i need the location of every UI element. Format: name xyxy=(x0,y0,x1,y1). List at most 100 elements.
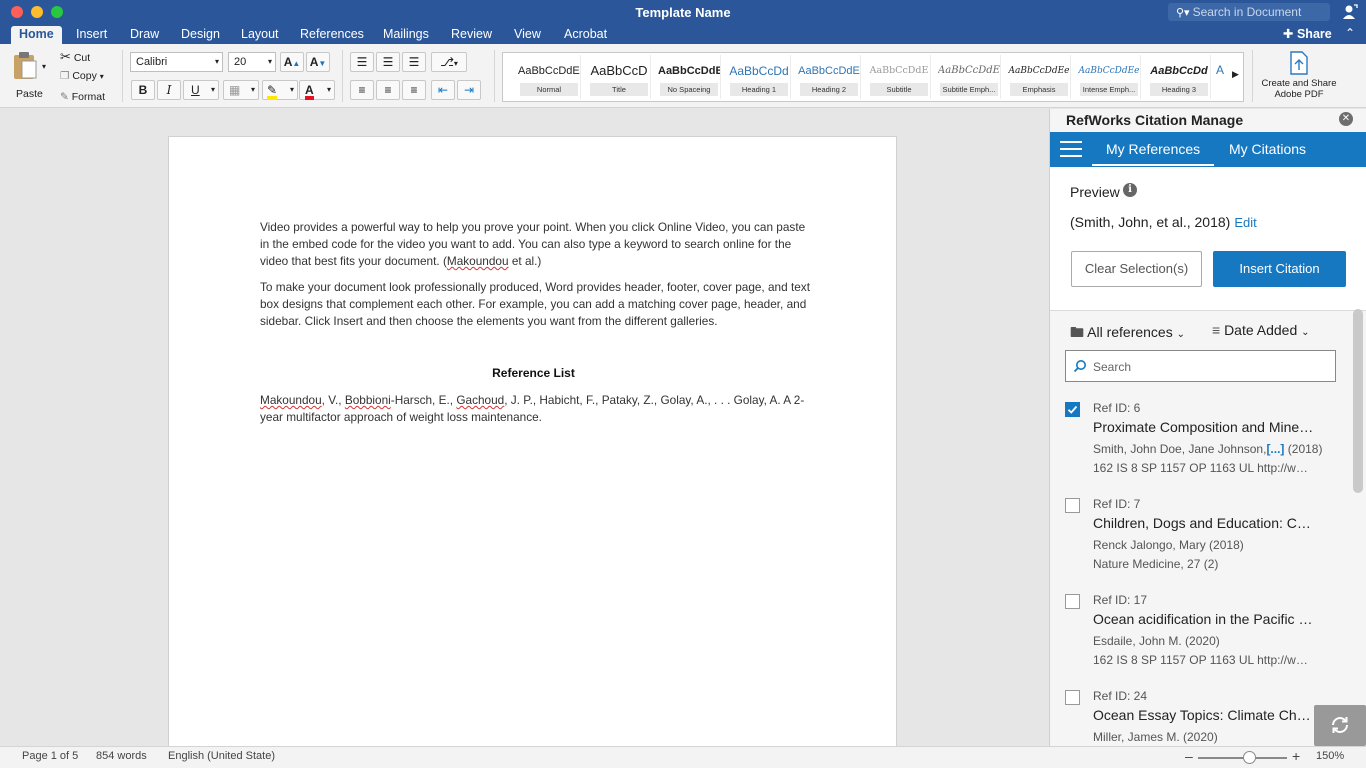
tab-draw[interactable]: Draw xyxy=(122,26,167,44)
style-heading-2[interactable]: AaBbCcDdE Heading 2 xyxy=(798,55,861,99)
sync-icon xyxy=(1332,717,1348,733)
style-title[interactable]: AaBbCcD Title xyxy=(588,55,651,99)
tab-home[interactable]: Home xyxy=(11,26,62,44)
body-paragraph-2[interactable]: To make your document look professionall… xyxy=(260,279,815,330)
paste-button[interactable]: ▾ Paste xyxy=(8,50,50,104)
user-account-icon[interactable] xyxy=(1342,4,1358,20)
ribbon-tabs: Home Insert Draw Design Layout Reference… xyxy=(0,24,1366,44)
reference-item[interactable]: Ref ID: 24 Ocean Essay Topics: Climate C… xyxy=(1050,688,1350,746)
document-page[interactable]: Video provides a powerful way to help yo… xyxy=(168,136,897,746)
reference-item[interactable]: Ref ID: 17 Ocean acidification in the Pa… xyxy=(1050,592,1350,688)
chevron-down-icon: ⌄ xyxy=(1301,327,1310,338)
borders-icon: ▦ xyxy=(229,83,241,97)
citation-author-misspelled: Makoundou xyxy=(446,254,509,268)
reference-checkbox[interactable] xyxy=(1065,594,1080,609)
tab-layout[interactable]: Layout xyxy=(233,26,287,44)
cut-button[interactable]: ✂ Cut xyxy=(60,49,90,65)
all-references-dropdown[interactable]: 🖿 All references ⌄ xyxy=(1070,322,1185,346)
tab-my-citations[interactable]: My Citations xyxy=(1229,141,1306,157)
copy-dropdown-icon[interactable]: ▾ xyxy=(100,72,104,81)
shrink-font-button[interactable]: A▼ xyxy=(306,52,330,72)
adobe-pdf-label-2: Adobe PDF xyxy=(1274,89,1324,100)
reference-entry[interactable]: Makoundou, V., Bobbioni-Harsch, E., Gach… xyxy=(260,392,815,426)
numbering-button[interactable]: ☰ xyxy=(376,52,400,72)
decrease-indent-button[interactable]: ⇤ xyxy=(431,80,455,100)
reference-checkbox[interactable] xyxy=(1065,690,1080,705)
clipboard-icon xyxy=(14,52,37,79)
share-button[interactable]: ✚ Share xyxy=(1283,26,1332,41)
style-emphasis[interactable]: AaBbCcDdEe Emphasis xyxy=(1008,55,1071,99)
close-panel-icon[interactable]: ✕ xyxy=(1339,112,1353,126)
reference-title: Ocean Essay Topics: Climate Change xyxy=(1093,707,1315,723)
font-name-select[interactable]: Calibri ▾ xyxy=(130,52,223,72)
copy-button[interactable]: ❐ Copy ▾ xyxy=(60,70,104,82)
edit-citation-link[interactable]: Edit xyxy=(1234,215,1256,230)
author-names: Smith, John Doe, Jane Johnson, xyxy=(1093,442,1267,456)
page-count[interactable]: Page 1 of 5 xyxy=(22,750,78,762)
format-painter-button[interactable]: ✎ Format xyxy=(60,91,105,103)
styles-scroll-right-icon[interactable]: ▶ xyxy=(1232,69,1239,80)
style-heading-1[interactable]: AaBbCcDd Heading 1 xyxy=(728,55,791,99)
style-normal[interactable]: AaBbCcDdEe Normal xyxy=(518,55,581,99)
body-paragraph-1[interactable]: Video provides a powerful way to help yo… xyxy=(260,219,815,270)
multilevel-list-button[interactable]: ☰ xyxy=(402,52,426,72)
tab-my-references[interactable]: My References xyxy=(1106,141,1200,157)
style-intense-emphasis[interactable]: AaBbCcDdEe Intense Emph... xyxy=(1078,55,1141,99)
reference-list-heading[interactable]: Reference List xyxy=(169,366,898,380)
underline-button[interactable]: U ▾ xyxy=(183,80,219,100)
paragraph-text: et al.) xyxy=(508,254,542,268)
zoom-slider-thumb[interactable] xyxy=(1243,751,1256,764)
align-center-button[interactable]: ≡ xyxy=(376,80,400,100)
align-right-button[interactable]: ≡ xyxy=(402,80,426,100)
tab-design[interactable]: Design xyxy=(173,26,228,44)
font-size-select[interactable]: 20 ▾ xyxy=(228,52,276,72)
borders-button[interactable]: ▦ ▾ xyxy=(223,80,259,100)
more-authors-link[interactable]: [...] xyxy=(1266,442,1284,456)
style-subtitle[interactable]: AaBbCcDdE Subtitle xyxy=(868,55,931,99)
grow-font-button[interactable]: A▲ xyxy=(280,52,304,72)
bullets-button[interactable]: ☰ xyxy=(350,52,374,72)
sort-dropdown[interactable]: ≡ Date Added ⌄ xyxy=(1212,322,1310,338)
reference-checkbox[interactable] xyxy=(1065,402,1080,417)
tab-insert[interactable]: Insert xyxy=(68,26,115,44)
bold-button[interactable]: B xyxy=(131,80,155,100)
text-direction-button[interactable]: ⎇▾ xyxy=(431,52,467,72)
reference-search-input[interactable]: Search xyxy=(1065,350,1336,382)
hamburger-menu-icon[interactable] xyxy=(1060,141,1082,157)
reference-checkbox[interactable] xyxy=(1065,498,1080,513)
document-canvas[interactable]: Video provides a powerful way to help yo… xyxy=(0,109,1049,746)
search-in-document-input[interactable]: ⚲▾ Search in Document xyxy=(1168,3,1330,21)
add-person-icon: ✚ xyxy=(1283,27,1294,41)
style-subtitle-emphasis[interactable]: AaBbCcDdE Subtitle Emph... xyxy=(938,55,1001,99)
increase-indent-button[interactable]: ⇥ xyxy=(457,80,481,100)
reference-authors: Miller, James M. (2020) xyxy=(1093,730,1218,744)
font-color-button[interactable]: A ▾ xyxy=(299,80,335,100)
word-count[interactable]: 854 words xyxy=(96,750,147,762)
panel-scrollbar[interactable] xyxy=(1353,309,1363,493)
tab-acrobat[interactable]: Acrobat xyxy=(556,26,615,44)
tab-mailings[interactable]: Mailings xyxy=(375,26,437,44)
zoom-out-button[interactable]: – xyxy=(1185,748,1193,764)
tab-view[interactable]: View xyxy=(506,26,549,44)
style-sample: AaBbCcDdEe xyxy=(1008,66,1070,76)
sync-button[interactable] xyxy=(1314,705,1366,746)
italic-button[interactable]: I xyxy=(157,80,181,100)
tab-references[interactable]: References xyxy=(292,26,372,44)
zoom-in-button[interactable]: + xyxy=(1292,748,1300,764)
reference-item[interactable]: Ref ID: 6 Proximate Composition and Mine… xyxy=(1050,400,1350,496)
style-no-spacing[interactable]: AaBbCcDdE No Spaceing xyxy=(658,55,721,99)
tab-review[interactable]: Review xyxy=(443,26,500,44)
paste-dropdown-icon[interactable]: ▾ xyxy=(42,62,46,71)
create-share-adobe-pdf-button[interactable]: Create and Share Adobe PDF xyxy=(1258,50,1340,104)
zoom-level[interactable]: 150% xyxy=(1316,750,1344,762)
info-icon[interactable]: i xyxy=(1123,183,1137,197)
reference-id: Ref ID: 7 xyxy=(1093,497,1141,511)
clear-selections-button[interactable]: Clear Selection(s) xyxy=(1071,251,1202,287)
highlight-color-button[interactable]: ✎ ▾ xyxy=(262,80,298,100)
collapse-ribbon-icon[interactable]: ⌃ xyxy=(1345,26,1355,40)
language-status[interactable]: English (United State) xyxy=(168,750,275,762)
reference-item[interactable]: Ref ID: 7 Children, Dogs and Education: … xyxy=(1050,496,1350,592)
insert-citation-button[interactable]: Insert Citation xyxy=(1213,251,1346,287)
style-heading-3[interactable]: AaBbCcDd Heading 3 xyxy=(1148,55,1211,99)
align-left-button[interactable]: ≡ xyxy=(350,80,374,100)
